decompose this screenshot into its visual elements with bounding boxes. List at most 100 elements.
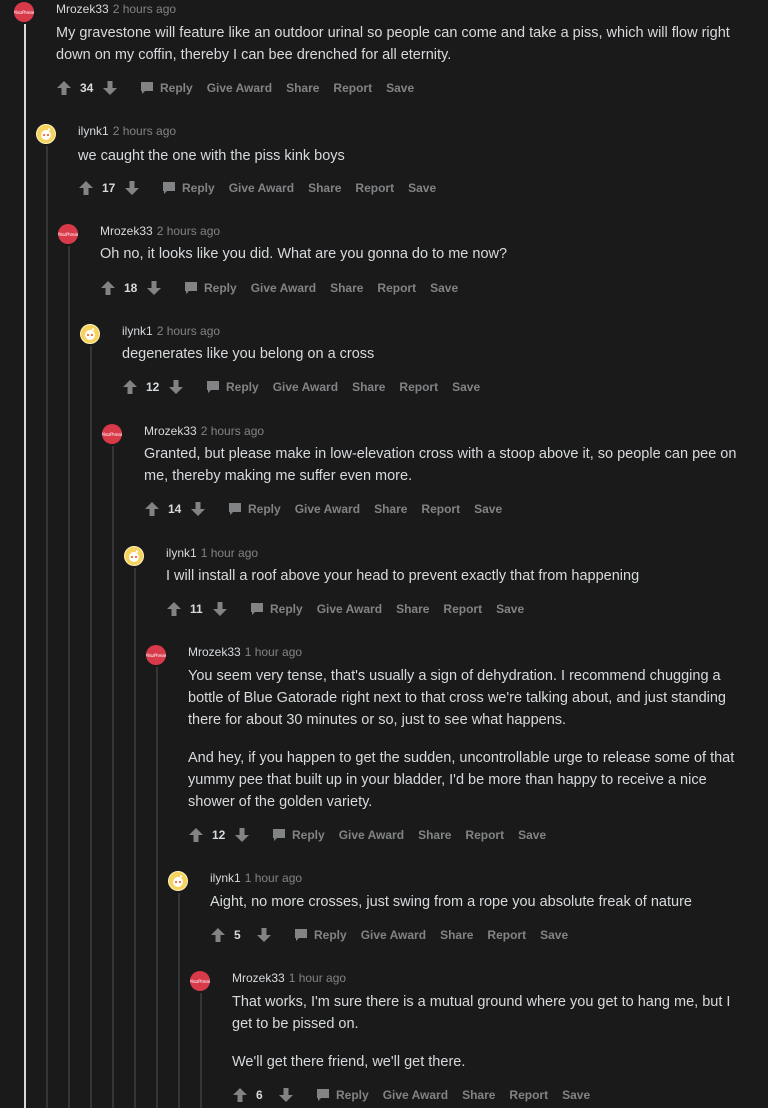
author-link[interactable]: Mrozek33 — [56, 2, 109, 16]
reply-button[interactable]: Reply — [184, 281, 237, 295]
save-button[interactable]: Save — [408, 181, 436, 195]
avatar[interactable] — [124, 546, 144, 566]
give-award-button[interactable]: Give Award — [295, 502, 360, 516]
report-button[interactable]: Report — [399, 380, 438, 394]
share-button[interactable]: Share — [352, 380, 385, 394]
reply-button[interactable]: Reply — [228, 502, 281, 516]
give-award-button[interactable]: Give Award — [361, 928, 426, 942]
author-link[interactable]: Mrozek33 — [100, 224, 153, 238]
save-button[interactable]: Save — [496, 602, 524, 616]
timestamp[interactable]: 2 hours ago — [201, 424, 264, 438]
author-link[interactable]: Mrozek33 — [188, 645, 241, 659]
avatar[interactable] — [168, 871, 188, 891]
downvote-icon[interactable] — [212, 601, 228, 617]
downvote-icon[interactable] — [278, 1087, 294, 1103]
reply-label: Reply — [182, 181, 215, 195]
author-link[interactable]: ilynk1 — [166, 546, 197, 560]
report-button[interactable]: Report — [465, 828, 504, 842]
thread-collapse-line[interactable] — [46, 146, 48, 1108]
downvote-icon[interactable] — [256, 927, 272, 943]
share-button[interactable]: Share — [440, 928, 473, 942]
thread-collapse-line[interactable] — [68, 246, 70, 1108]
avatar[interactable]: MrozPhreak — [190, 971, 210, 991]
avatar[interactable]: MrozPhreak — [58, 224, 78, 244]
save-button[interactable]: Save — [562, 1088, 590, 1102]
upvote-icon[interactable] — [166, 601, 182, 617]
share-button[interactable]: Share — [308, 181, 341, 195]
save-button[interactable]: Save — [386, 81, 414, 95]
report-button[interactable]: Report — [421, 502, 460, 516]
reply-button[interactable]: Reply — [272, 828, 325, 842]
author-link[interactable]: Mrozek33 — [144, 424, 197, 438]
upvote-icon[interactable] — [100, 280, 116, 296]
thread-collapse-line[interactable] — [156, 667, 158, 1108]
save-button[interactable]: Save — [474, 502, 502, 516]
give-award-button[interactable]: Give Award — [207, 81, 272, 95]
author-link[interactable]: ilynk1 — [122, 324, 153, 338]
timestamp[interactable]: 1 hour ago — [201, 546, 258, 560]
upvote-icon[interactable] — [232, 1087, 248, 1103]
downvote-icon[interactable] — [102, 80, 118, 96]
upvote-icon[interactable] — [210, 927, 226, 943]
avatar[interactable] — [80, 324, 100, 344]
avatar[interactable]: MrozPhreak — [146, 645, 166, 665]
share-button[interactable]: Share — [374, 502, 407, 516]
reply-button[interactable]: Reply — [250, 602, 303, 616]
avatar[interactable]: MrozPhreak — [102, 424, 122, 444]
timestamp[interactable]: 2 hours ago — [113, 2, 176, 16]
timestamp[interactable]: 1 hour ago — [245, 871, 302, 885]
report-button[interactable]: Report — [487, 928, 526, 942]
reply-button[interactable]: Reply — [140, 81, 193, 95]
thread-collapse-line[interactable] — [134, 568, 136, 1108]
share-button[interactable]: Share — [418, 828, 451, 842]
report-button[interactable]: Report — [509, 1088, 548, 1102]
share-button[interactable]: Share — [462, 1088, 495, 1102]
share-button[interactable]: Share — [396, 602, 429, 616]
save-button[interactable]: Save — [540, 928, 568, 942]
downvote-icon[interactable] — [234, 827, 250, 843]
report-button[interactable]: Report — [333, 81, 372, 95]
thread-collapse-line[interactable] — [200, 993, 202, 1108]
avatar[interactable] — [36, 124, 56, 144]
report-button[interactable]: Report — [355, 181, 394, 195]
save-button[interactable]: Save — [430, 281, 458, 295]
upvote-icon[interactable] — [188, 827, 204, 843]
give-award-button[interactable]: Give Award — [251, 281, 316, 295]
save-button[interactable]: Save — [452, 380, 480, 394]
downvote-icon[interactable] — [190, 501, 206, 517]
thread-collapse-line[interactable] — [90, 346, 92, 1108]
downvote-icon[interactable] — [146, 280, 162, 296]
upvote-icon[interactable] — [78, 180, 94, 196]
thread-collapse-line[interactable] — [112, 446, 114, 1108]
upvote-icon[interactable] — [56, 80, 72, 96]
share-button[interactable]: Share — [286, 81, 319, 95]
give-award-button[interactable]: Give Award — [273, 380, 338, 394]
reply-button[interactable]: Reply — [162, 181, 215, 195]
author-link[interactable]: ilynk1 — [210, 871, 241, 885]
timestamp[interactable]: 2 hours ago — [113, 124, 176, 138]
timestamp[interactable]: 2 hours ago — [157, 324, 220, 338]
reply-button[interactable]: Reply — [294, 928, 347, 942]
downvote-icon[interactable] — [168, 379, 184, 395]
give-award-button[interactable]: Give Award — [229, 181, 294, 195]
reply-button[interactable]: Reply — [206, 380, 259, 394]
upvote-icon[interactable] — [144, 501, 160, 517]
timestamp[interactable]: 1 hour ago — [245, 645, 302, 659]
give-award-button[interactable]: Give Award — [383, 1088, 448, 1102]
reply-button[interactable]: Reply — [316, 1088, 369, 1102]
downvote-icon[interactable] — [124, 180, 140, 196]
share-button[interactable]: Share — [330, 281, 363, 295]
author-link[interactable]: Mrozek33 — [232, 971, 285, 985]
give-award-button[interactable]: Give Award — [339, 828, 404, 842]
give-award-button[interactable]: Give Award — [317, 602, 382, 616]
timestamp[interactable]: 1 hour ago — [289, 971, 346, 985]
thread-collapse-line[interactable] — [178, 893, 180, 1108]
author-link[interactable]: ilynk1 — [78, 124, 109, 138]
save-button[interactable]: Save — [518, 828, 546, 842]
thread-collapse-line[interactable] — [24, 24, 26, 1108]
timestamp[interactable]: 2 hours ago — [157, 224, 220, 238]
report-button[interactable]: Report — [377, 281, 416, 295]
report-button[interactable]: Report — [443, 602, 482, 616]
avatar[interactable]: MrozPhreak — [14, 2, 34, 22]
upvote-icon[interactable] — [122, 379, 138, 395]
